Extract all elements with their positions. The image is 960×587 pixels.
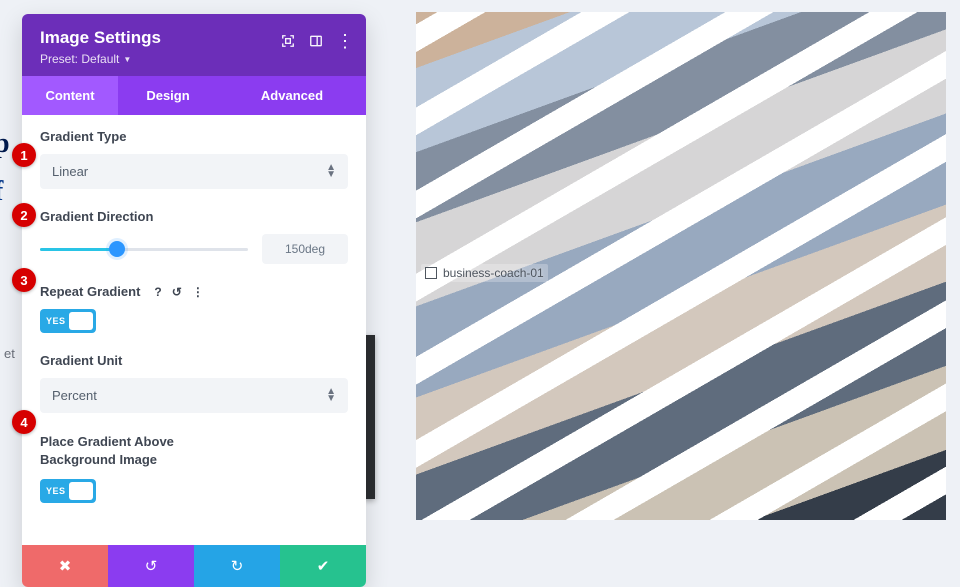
preview-caption-text: business-coach-01 xyxy=(443,266,544,280)
undo-icon: ↺ xyxy=(145,557,158,575)
gradient-type-value: Linear xyxy=(52,164,88,179)
redo-icon: ↻ xyxy=(231,557,244,575)
select-arrows-icon: ▲▼ xyxy=(326,165,336,178)
field-repeat-gradient: Repeat Gradient ? ↺ ⋮ YES xyxy=(40,284,348,333)
toggle-label: YES xyxy=(46,316,66,326)
place-above-label-2: Background Image xyxy=(40,451,348,469)
preset-selector[interactable]: Preset: Default ▼ xyxy=(40,52,348,66)
field-gradient-direction: Gradient Direction 150deg xyxy=(40,209,348,264)
tab-design[interactable]: Design xyxy=(118,76,218,115)
footer-buttons: ✖ ↺ ↻ ✔ xyxy=(22,545,366,587)
panel-body: Gradient Type Linear ▲▼ Gradient Directi… xyxy=(22,115,366,545)
field-place-above: Place Gradient Above Background Image YE… xyxy=(40,433,348,503)
toggle-knob xyxy=(69,482,93,500)
select-arrows-icon: ▲▼ xyxy=(326,389,336,402)
decor-f: f xyxy=(0,178,10,206)
repeat-gradient-toggle[interactable]: YES xyxy=(40,309,96,333)
callout-2: 2 xyxy=(12,203,36,227)
place-above-toggle[interactable]: YES xyxy=(40,479,96,503)
gradient-direction-value[interactable]: 150deg xyxy=(262,234,348,264)
reset-icon[interactable]: ↺ xyxy=(172,285,182,299)
gradient-unit-select[interactable]: Percent ▲▼ xyxy=(40,378,348,413)
gradient-unit-label: Gradient Unit xyxy=(40,353,348,368)
repeat-gradient-label: Repeat Gradient xyxy=(40,284,140,299)
check-icon: ✔ xyxy=(317,557,330,575)
field-gradient-unit: Gradient Unit Percent ▲▼ xyxy=(40,353,348,413)
slider-thumb[interactable] xyxy=(109,241,125,257)
callout-3: 3 xyxy=(12,268,36,292)
undo-button[interactable]: ↺ xyxy=(108,545,194,587)
decor-et: et xyxy=(4,346,15,361)
preview-caption: business-coach-01 xyxy=(421,264,548,282)
gradient-direction-slider[interactable] xyxy=(40,239,248,259)
decorative-bg-letters: p f xyxy=(0,130,10,226)
preview-image: business-coach-01 xyxy=(416,12,946,520)
focus-icon[interactable] xyxy=(280,33,296,49)
gradient-direction-label: Gradient Direction xyxy=(40,209,348,224)
slider-fill xyxy=(40,248,117,251)
toggle-knob xyxy=(69,312,93,330)
cancel-button[interactable]: ✖ xyxy=(22,545,108,587)
checkbox-icon[interactable] xyxy=(425,267,437,279)
settings-panel: Image Settings Preset: Default ▼ ⋮ Conte… xyxy=(22,14,366,587)
tab-content[interactable]: Content xyxy=(22,76,118,115)
save-button[interactable]: ✔ xyxy=(280,545,366,587)
help-icon[interactable]: ? xyxy=(154,285,161,299)
preset-label: Preset: Default xyxy=(40,52,119,66)
gradient-type-label: Gradient Type xyxy=(40,129,348,144)
options-icon[interactable]: ⋮ xyxy=(192,285,204,299)
gradient-type-select[interactable]: Linear ▲▼ xyxy=(40,154,348,189)
tab-bar: Content Design Advanced xyxy=(22,76,366,115)
sidebar-icon[interactable] xyxy=(308,33,324,49)
panel-header: Image Settings Preset: Default ▼ ⋮ xyxy=(22,14,366,76)
decor-p: p xyxy=(0,130,10,158)
toggle-label: YES xyxy=(46,486,66,496)
tab-advanced[interactable]: Advanced xyxy=(218,76,366,115)
header-actions: ⋮ xyxy=(280,32,354,50)
field-gradient-type: Gradient Type Linear ▲▼ xyxy=(40,129,348,189)
callout-4: 4 xyxy=(12,410,36,434)
place-above-label-1: Place Gradient Above xyxy=(40,433,348,451)
close-icon: ✖ xyxy=(59,557,72,575)
callout-1: 1 xyxy=(12,143,36,167)
more-icon[interactable]: ⋮ xyxy=(336,32,354,50)
chevron-down-icon: ▼ xyxy=(123,55,131,64)
redo-button[interactable]: ↻ xyxy=(194,545,280,587)
gradient-unit-value: Percent xyxy=(52,388,97,403)
